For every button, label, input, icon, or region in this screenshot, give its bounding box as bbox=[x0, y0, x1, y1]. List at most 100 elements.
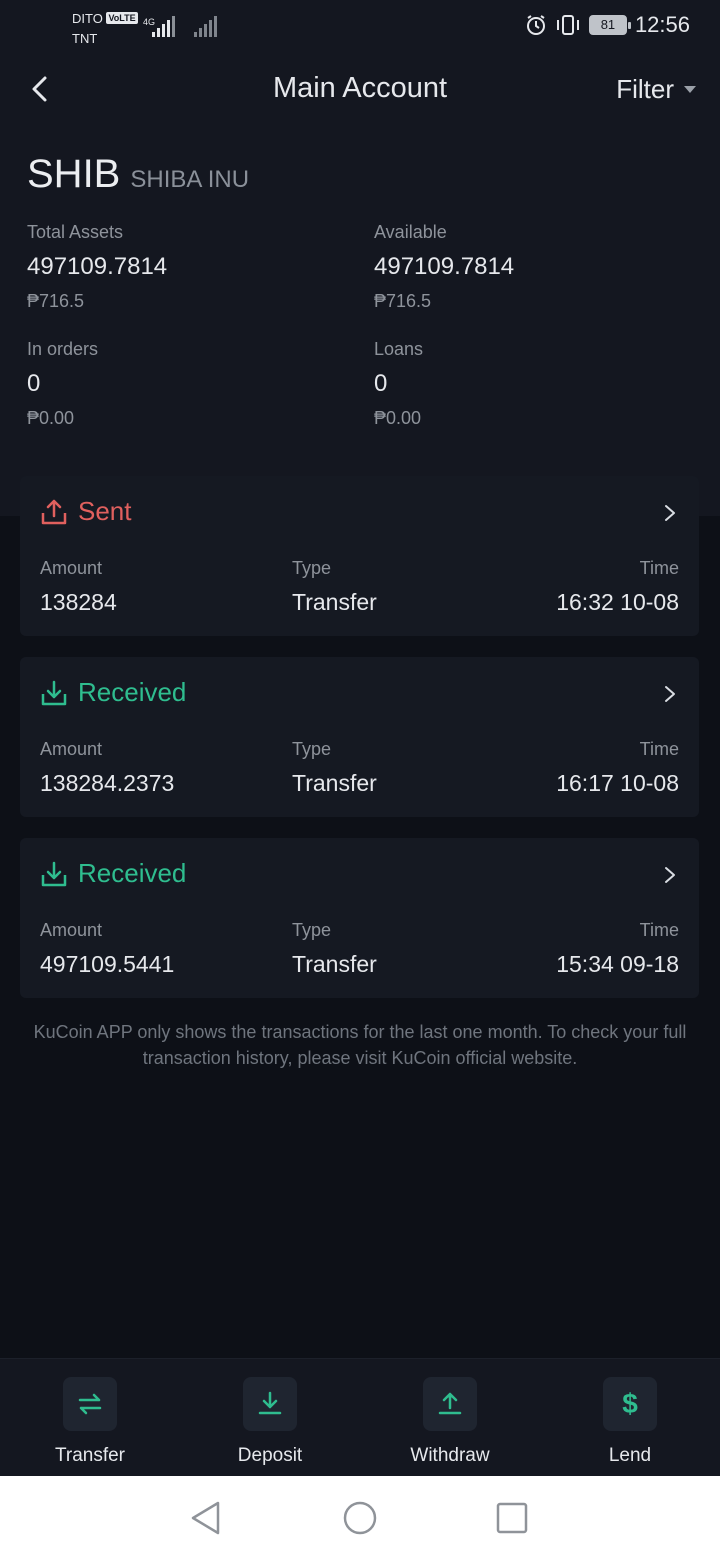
stat-in-orders: In orders 0 ₱0.00 bbox=[27, 339, 327, 429]
amount-value: 138284.2373 bbox=[40, 770, 175, 796]
deposit-label: Deposit bbox=[237, 1445, 303, 1466]
system-nav-bar bbox=[0, 1476, 720, 1560]
deposit-icon-box bbox=[243, 1377, 297, 1431]
transaction-kind: Received bbox=[40, 677, 186, 708]
transaction-kind: Received bbox=[40, 858, 186, 889]
carrier-info: DITO VoLTE TNT bbox=[72, 9, 138, 49]
stat-total-assets: Total Assets 497109.7814 ₱716.5 bbox=[27, 222, 327, 312]
time-label: Time bbox=[639, 739, 679, 759]
transaction-kind: Sent bbox=[40, 496, 132, 527]
withdraw-button[interactable]: Withdraw bbox=[375, 1377, 525, 1467]
stat-value: 497109.7814 bbox=[27, 253, 168, 280]
type-label: Type bbox=[292, 739, 332, 759]
lend-icon-box: $ bbox=[603, 1377, 657, 1431]
amount-value: 138284 bbox=[40, 589, 117, 615]
signal-icon: 4G bbox=[143, 16, 175, 37]
signal-icon-2 bbox=[194, 16, 217, 37]
action-bar: Transfer Deposit Withdraw $ Lend bbox=[0, 1358, 720, 1476]
stat-value: 0 bbox=[374, 370, 388, 397]
chevron-right-icon bbox=[665, 686, 675, 702]
amount-label: Amount bbox=[40, 558, 103, 578]
carrier-tnt: TNT bbox=[72, 31, 98, 46]
nav-home-icon[interactable] bbox=[342, 1500, 378, 1536]
transaction-kind-label: Received bbox=[78, 677, 187, 707]
type-value: Transfer bbox=[292, 951, 377, 977]
deposit-button[interactable]: Deposit bbox=[195, 1377, 345, 1467]
page-title: Main Account bbox=[272, 72, 448, 104]
coin-heading: SHIB SHIBA INU bbox=[27, 152, 249, 197]
filter-button[interactable]: Filter bbox=[616, 74, 696, 105]
stat-label: In orders bbox=[27, 339, 99, 359]
type-column: Type Transfer bbox=[292, 739, 377, 797]
transfer-label: Transfer bbox=[54, 1445, 126, 1466]
chevron-right-icon bbox=[665, 867, 675, 883]
vibrate-icon bbox=[556, 15, 579, 35]
download-icon bbox=[41, 680, 67, 705]
stat-label: Available bbox=[374, 222, 447, 242]
stat-fiat: ₱716.5 bbox=[374, 291, 432, 311]
time-column: Time 16:32 10-08 bbox=[556, 558, 679, 616]
coin-name: SHIBA INU bbox=[130, 166, 250, 193]
transaction-card[interactable]: Received Amount 138284.2373 Type Transfe… bbox=[20, 657, 699, 817]
svg-text:$: $ bbox=[622, 1389, 638, 1419]
lend-label: Lend bbox=[608, 1445, 652, 1466]
volte-badge: VoLTE bbox=[106, 12, 138, 24]
transfer-button[interactable]: Transfer bbox=[15, 1377, 165, 1467]
status-bar: DITO VoLTE TNT 4G 81 12:56 bbox=[0, 0, 720, 56]
nav-recents-icon[interactable] bbox=[494, 1500, 530, 1536]
coin-symbol: SHIB bbox=[27, 152, 121, 196]
deposit-icon bbox=[258, 1391, 282, 1415]
time-value: 15:34 09-18 bbox=[556, 951, 679, 977]
stat-fiat: ₱0.00 bbox=[374, 408, 422, 428]
amount-value: 497109.5441 bbox=[40, 951, 175, 977]
stat-fiat: ₱0.00 bbox=[27, 408, 75, 428]
amount-label: Amount bbox=[40, 739, 103, 759]
stat-fiat: ₱716.5 bbox=[27, 291, 85, 311]
svg-text:4G: 4G bbox=[143, 17, 155, 27]
alarm-icon bbox=[526, 15, 545, 35]
carrier-dito: DITO bbox=[72, 11, 103, 26]
dollar-icon: $ bbox=[622, 1389, 638, 1419]
upload-icon bbox=[41, 499, 67, 524]
transaction-card[interactable]: Sent Amount 138284 Type Transfer Time 16… bbox=[20, 476, 699, 636]
time-label: Time bbox=[639, 920, 679, 940]
transfer-icon bbox=[78, 1393, 102, 1415]
download-icon bbox=[41, 861, 67, 886]
lend-button[interactable]: $ Lend bbox=[555, 1377, 705, 1467]
amount-column: Amount 497109.5441 bbox=[40, 920, 174, 978]
transaction-kind-label: Received bbox=[78, 858, 187, 888]
filter-label: Filter bbox=[616, 74, 674, 104]
stat-label: Loans bbox=[374, 339, 424, 359]
time-column: Time 15:34 09-18 bbox=[556, 920, 679, 978]
withdraw-icon bbox=[438, 1392, 462, 1415]
transaction-kind-label: Sent bbox=[78, 496, 132, 526]
history-note: KuCoin APP only shows the transactions f… bbox=[33, 1022, 687, 1068]
amount-label: Amount bbox=[40, 920, 103, 940]
time-value: 16:17 10-08 bbox=[556, 770, 679, 796]
battery-icon: 81 bbox=[588, 15, 631, 35]
account-summary: Main Account Filter SHIB SHIBA INU Total… bbox=[0, 56, 720, 516]
stat-value: 497109.7814 bbox=[374, 253, 515, 280]
transaction-card[interactable]: Received Amount 497109.5441 Type Transfe… bbox=[20, 838, 699, 998]
caret-down-icon bbox=[684, 86, 696, 93]
transfer-icon-box bbox=[63, 1377, 117, 1431]
chevron-right-icon bbox=[665, 505, 675, 521]
type-value: Transfer bbox=[292, 770, 377, 796]
type-value: Transfer bbox=[292, 589, 377, 615]
clock: 12:56 bbox=[634, 12, 690, 37]
amount-column: Amount 138284.2373 bbox=[40, 739, 174, 797]
stat-loans: Loans 0 ₱0.00 bbox=[374, 339, 674, 429]
amount-column: Amount 138284 bbox=[40, 558, 117, 616]
stat-label: Total Assets bbox=[27, 222, 124, 242]
stat-value: 0 bbox=[27, 370, 41, 397]
time-value: 16:32 10-08 bbox=[556, 589, 679, 615]
withdraw-icon-box bbox=[423, 1377, 477, 1431]
time-column: Time 16:17 10-08 bbox=[556, 739, 679, 797]
time-label: Time bbox=[639, 558, 679, 578]
type-column: Type Transfer bbox=[292, 920, 377, 978]
type-column: Type Transfer bbox=[292, 558, 377, 616]
withdraw-label: Withdraw bbox=[410, 1445, 490, 1466]
status-right: 81 12:56 bbox=[525, 12, 690, 38]
nav-back-icon[interactable] bbox=[188, 1500, 224, 1536]
stat-available: Available 497109.7814 ₱716.5 bbox=[374, 222, 674, 312]
